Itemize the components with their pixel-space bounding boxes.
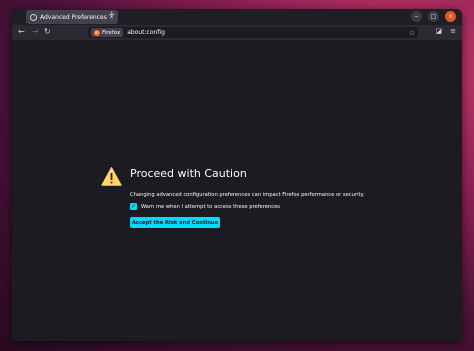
menu-icon[interactable]: ≡ <box>450 27 456 35</box>
warn-checkbox-row[interactable]: ✓ Warn me when I attempt to access these… <box>130 203 280 210</box>
warn-checkbox[interactable]: ✓ <box>130 203 137 210</box>
window-controls: − □ × <box>411 11 456 22</box>
reload-button[interactable]: ↻ <box>44 27 51 36</box>
warning-icon <box>101 167 122 186</box>
toolbar-right: ◪ ≡ <box>436 27 457 35</box>
forward-button[interactable]: → <box>32 27 39 36</box>
navigation-toolbar: ← → ↻ Firefox about:config ☆ ◪ ≡ <box>12 25 462 40</box>
warning-description: Changing advanced configuration preferen… <box>130 192 365 198</box>
minimize-button[interactable]: − <box>411 11 422 22</box>
close-window-button[interactable]: × <box>445 11 456 22</box>
tab-advanced-preferences[interactable]: Advanced Preferences × <box>26 10 118 24</box>
maximize-button[interactable]: □ <box>428 11 439 22</box>
firefox-logo-icon <box>94 29 100 36</box>
settings-icon <box>30 13 37 21</box>
bookmark-star-icon[interactable]: ☆ <box>409 29 415 37</box>
warn-checkbox-label[interactable]: Warn me when I attempt to access these p… <box>141 204 280 210</box>
pocket-icon[interactable]: ◪ <box>436 27 443 35</box>
accept-risk-button[interactable]: Accept the Risk and Continue <box>130 217 220 228</box>
new-tab-button[interactable]: + <box>108 10 116 20</box>
identity-box[interactable]: Firefox <box>91 28 124 37</box>
url-bar[interactable]: Firefox about:config ☆ <box>88 27 418 38</box>
page-content: Proceed with Caution Changing advanced c… <box>12 40 462 341</box>
tab-title: Advanced Preferences <box>40 13 107 21</box>
page-title: Proceed with Caution <box>130 167 247 180</box>
browser-window: Advanced Preferences × + − □ × ← → ↻ Fir… <box>12 9 462 341</box>
identity-label: Firefox <box>102 29 121 36</box>
url-input[interactable]: about:config <box>127 29 409 36</box>
tab-bar: Advanced Preferences × + − □ × <box>12 9 462 25</box>
back-button[interactable]: ← <box>18 27 25 36</box>
